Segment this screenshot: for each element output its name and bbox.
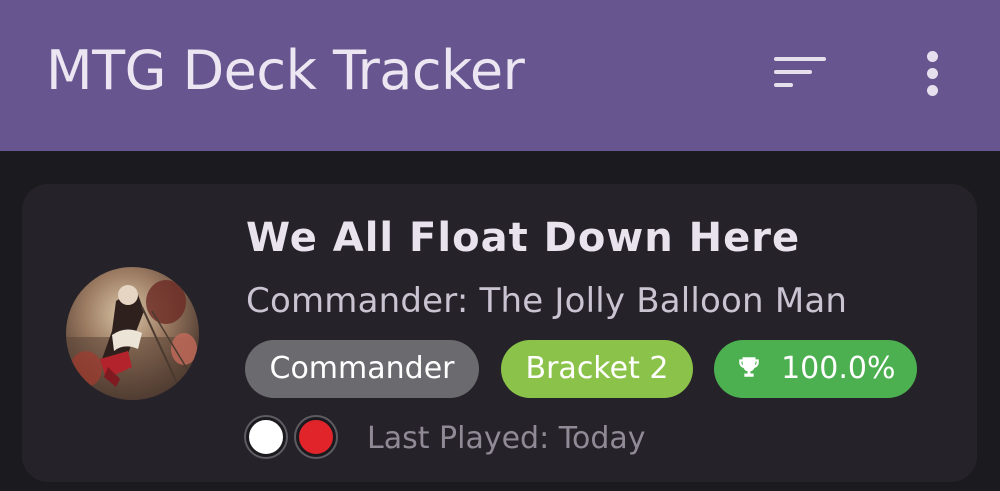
app-bar: MTG Deck Tracker xyxy=(0,0,1000,151)
win-rate-chip-label: 100.0% xyxy=(781,351,896,386)
bracket-chip-label: Bracket 2 xyxy=(525,351,669,386)
sort-button[interactable] xyxy=(760,40,840,106)
color-pip-white xyxy=(246,417,286,457)
last-played: Last Played: Today xyxy=(367,421,646,456)
commander-art xyxy=(66,267,199,400)
app-title: MTG Deck Tracker xyxy=(46,39,525,102)
deck-name: We All Float Down Here xyxy=(246,215,801,261)
win-rate-chip: 100.0% xyxy=(714,340,917,398)
format-chip: Commander xyxy=(245,340,479,398)
color-pip-red xyxy=(296,417,336,457)
deck-commander: Commander: The Jolly Balloon Man xyxy=(246,281,848,321)
more-options-button[interactable] xyxy=(905,40,961,106)
trophy-icon xyxy=(738,356,759,377)
commander-avatar xyxy=(66,267,199,400)
format-chip-label: Commander xyxy=(269,351,455,386)
bracket-chip: Bracket 2 xyxy=(501,340,693,398)
